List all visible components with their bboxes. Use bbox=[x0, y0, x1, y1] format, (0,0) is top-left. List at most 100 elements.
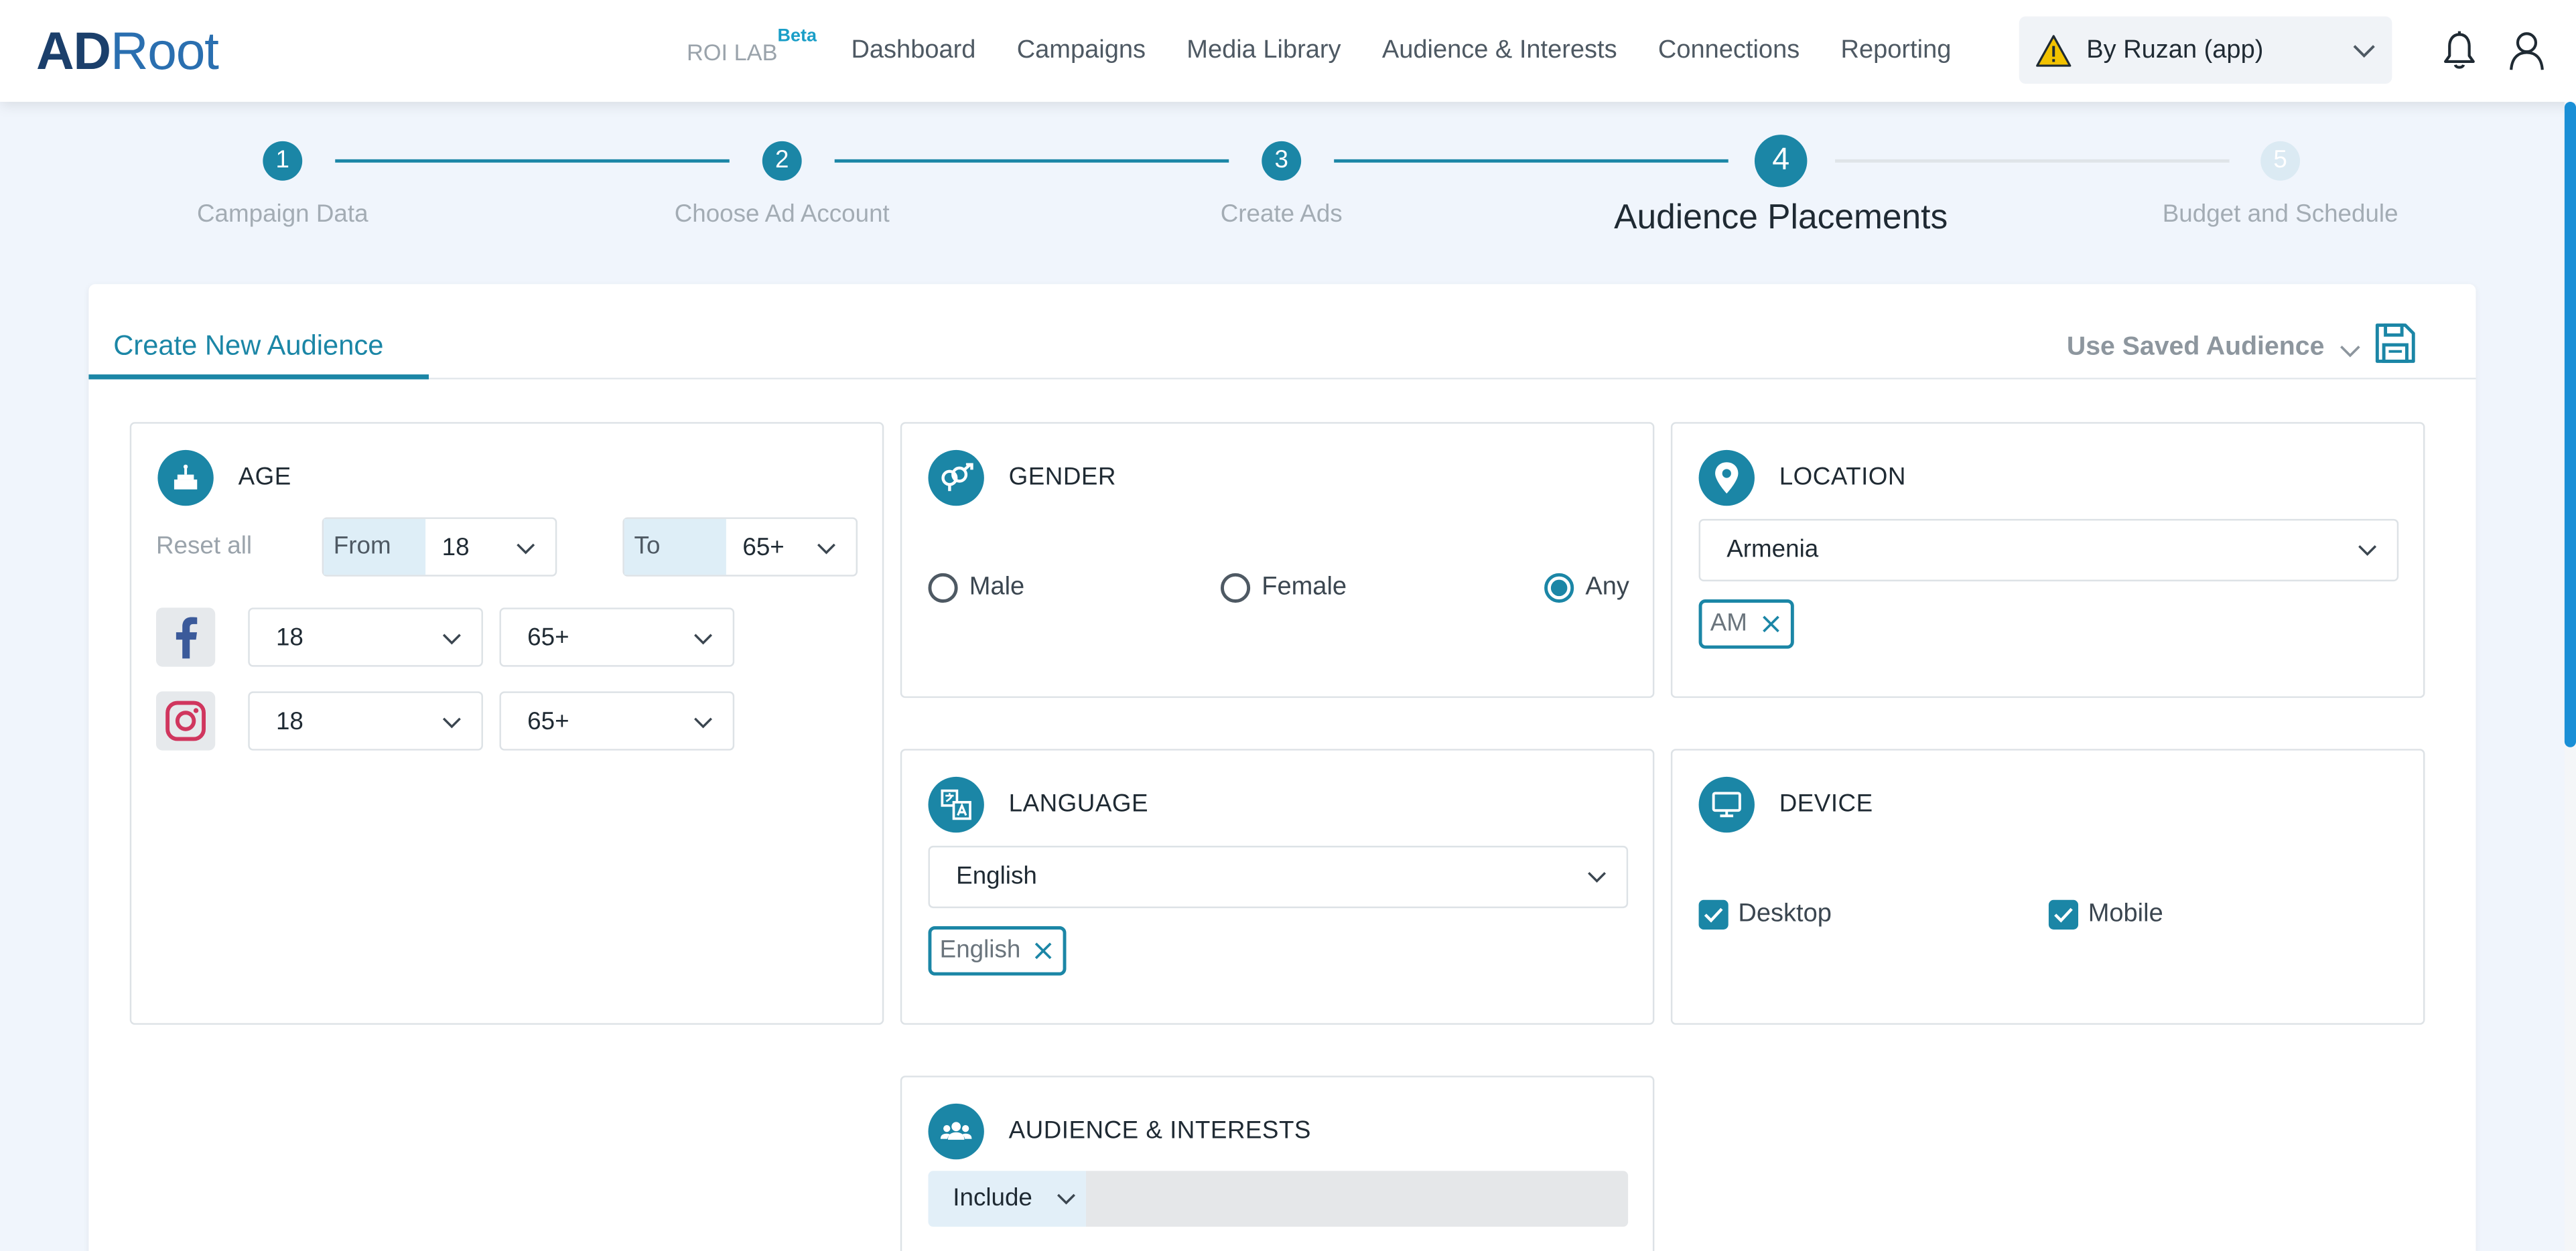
chevron-down-icon bbox=[694, 717, 713, 729]
radio-circle bbox=[1220, 573, 1251, 603]
monitor-icon bbox=[1698, 776, 1755, 833]
radio-circle-selected bbox=[1544, 573, 1574, 603]
facebook-age-from-value: 18 bbox=[275, 623, 303, 652]
step-connector bbox=[335, 159, 730, 163]
step-2-label[interactable]: Choose Ad Account bbox=[675, 200, 890, 228]
facebook-icon bbox=[155, 607, 216, 667]
step-4-number[interactable]: 4 bbox=[1754, 135, 1808, 188]
chevron-down-icon bbox=[517, 543, 535, 555]
location-chip-label: AM bbox=[1710, 609, 1747, 638]
audience-card: Create New Audience Use Saved Audience A… bbox=[88, 284, 2476, 1251]
gender-title: GENDER bbox=[1008, 463, 1116, 492]
use-saved-audience-dropdown[interactable]: Use Saved Audience bbox=[2067, 334, 2325, 363]
nav-dashboard[interactable]: Dashboard bbox=[851, 36, 975, 66]
instagram-age-to-select[interactable]: 65+ bbox=[499, 691, 735, 751]
language-chip: English bbox=[928, 926, 1067, 976]
location-value: Armenia bbox=[1726, 535, 1819, 564]
location-select[interactable]: Armenia bbox=[1698, 518, 2399, 582]
facebook-age-from-select[interactable]: 18 bbox=[248, 607, 483, 667]
age-panel: AGE Reset all From 18 To 65+ 18 65+ 18 6… bbox=[129, 422, 884, 1025]
user-profile-icon[interactable] bbox=[2509, 29, 2545, 72]
step-3-number[interactable]: 3 bbox=[1262, 141, 1302, 181]
active-tab-underline bbox=[88, 374, 429, 380]
device-title: DEVICE bbox=[1779, 790, 1873, 818]
adroot-logo[interactable]: AD Root bbox=[36, 21, 219, 80]
nav-audience-interests[interactable]: Audience & Interests bbox=[1382, 36, 1617, 66]
female-label: Female bbox=[1262, 573, 1347, 601]
include-exclude-select[interactable]: Include bbox=[928, 1171, 1086, 1227]
close-icon[interactable] bbox=[1761, 614, 1780, 634]
any-label: Any bbox=[1585, 573, 1629, 601]
nav-reporting[interactable]: Reporting bbox=[1841, 36, 1952, 66]
chevron-down-icon bbox=[694, 634, 713, 645]
nav-campaigns[interactable]: Campaigns bbox=[1017, 36, 1146, 66]
close-icon[interactable] bbox=[1034, 941, 1053, 960]
gender-female-radio[interactable]: Female bbox=[1220, 573, 1347, 603]
tab-create-new-audience[interactable]: Create New Audience bbox=[113, 330, 383, 363]
checkmark-icon bbox=[1698, 899, 1728, 930]
step-1-label[interactable]: Campaign Data bbox=[197, 200, 368, 228]
gender-any-radio[interactable]: Any bbox=[1544, 573, 1629, 603]
tab-divider bbox=[88, 378, 2476, 380]
instagram-age-to-value: 65+ bbox=[527, 707, 569, 736]
gender-male-radio[interactable]: Male bbox=[928, 573, 1024, 603]
age-to-select[interactable]: To 65+ bbox=[622, 517, 858, 577]
audience-interests-panel: AUDIENCE & INTERESTS Include bbox=[900, 1076, 1655, 1251]
instagram-icon bbox=[155, 691, 216, 751]
step-4-label[interactable]: Audience Placements bbox=[1614, 199, 1948, 238]
language-select[interactable]: English bbox=[928, 845, 1629, 909]
mobile-checkbox[interactable]: Mobile bbox=[2048, 899, 2163, 930]
radio-circle bbox=[928, 573, 958, 603]
age-from-value: 18 bbox=[442, 533, 470, 562]
male-label: Male bbox=[969, 573, 1025, 601]
gender-icon bbox=[928, 449, 984, 506]
step-connector bbox=[1835, 159, 2230, 163]
step-5-label[interactable]: Budget and Schedule bbox=[2163, 200, 2398, 228]
instagram-age-from-select[interactable]: 18 bbox=[248, 691, 483, 751]
language-panel: LANGUAGE English English bbox=[900, 749, 1655, 1025]
account-selector[interactable]: By Ruzan (app) bbox=[2019, 16, 2392, 84]
campaign-stepper: 1 2 3 4 5 Campaign Data Choose Ad Accoun… bbox=[0, 102, 2576, 279]
chevron-down-icon bbox=[442, 717, 461, 729]
audience-interests-title: AUDIENCE & INTERESTS bbox=[1008, 1116, 1311, 1145]
page-scrollbar-thumb[interactable] bbox=[2564, 102, 2576, 747]
gender-panel: GENDER Male Female Any bbox=[900, 422, 1655, 698]
desktop-checkbox[interactable]: Desktop bbox=[1698, 899, 1832, 930]
bell-icon[interactable] bbox=[2441, 29, 2478, 72]
users-group-icon bbox=[928, 1103, 984, 1160]
desktop-label: Desktop bbox=[1738, 899, 1832, 928]
to-label: To bbox=[624, 518, 726, 575]
from-label: From bbox=[324, 518, 426, 575]
language-icon bbox=[928, 776, 984, 833]
age-to-value: 65+ bbox=[742, 533, 785, 562]
language-chip-label: English bbox=[939, 936, 1021, 964]
step-1-number[interactable]: 1 bbox=[263, 141, 303, 181]
nav-connections[interactable]: Connections bbox=[1658, 36, 1800, 66]
step-3-label[interactable]: Create Ads bbox=[1221, 200, 1343, 228]
reset-all-link[interactable]: Reset all bbox=[156, 532, 252, 561]
facebook-age-to-select[interactable]: 65+ bbox=[499, 607, 735, 667]
nav-media-library[interactable]: Media Library bbox=[1187, 36, 1341, 66]
language-value: English bbox=[956, 862, 1037, 891]
step-connector bbox=[1334, 159, 1728, 163]
app-root: AD Root ROI LABBeta Dashboard Campaigns M… bbox=[0, 0, 2576, 1251]
age-title: AGE bbox=[238, 463, 291, 492]
chevron-down-icon bbox=[1588, 872, 1607, 883]
instagram-age-from-value: 18 bbox=[275, 707, 303, 736]
save-icon[interactable] bbox=[2372, 320, 2419, 366]
step-5-number[interactable]: 5 bbox=[2260, 141, 2301, 181]
nav-roi-lab[interactable]: ROI LABBeta bbox=[687, 27, 817, 66]
warning-icon bbox=[2036, 34, 2072, 66]
audience-search-input[interactable] bbox=[1085, 1171, 1629, 1227]
main-nav: ROI LABBeta Dashboard Campaigns Media Li… bbox=[687, 0, 1992, 102]
location-panel: LOCATION Armenia AM bbox=[1670, 422, 2425, 698]
location-pin-icon bbox=[1698, 449, 1755, 506]
logo-part-root: Root bbox=[110, 20, 219, 80]
step-2-number[interactable]: 2 bbox=[762, 141, 802, 181]
age-from-select[interactable]: From 18 bbox=[322, 517, 557, 577]
chevron-down-icon[interactable] bbox=[2340, 340, 2361, 362]
mobile-label: Mobile bbox=[2088, 899, 2163, 928]
chevron-down-icon bbox=[2358, 545, 2377, 557]
device-panel: DEVICE Desktop Mobile bbox=[1670, 749, 2425, 1025]
beta-badge: Beta bbox=[777, 26, 817, 47]
